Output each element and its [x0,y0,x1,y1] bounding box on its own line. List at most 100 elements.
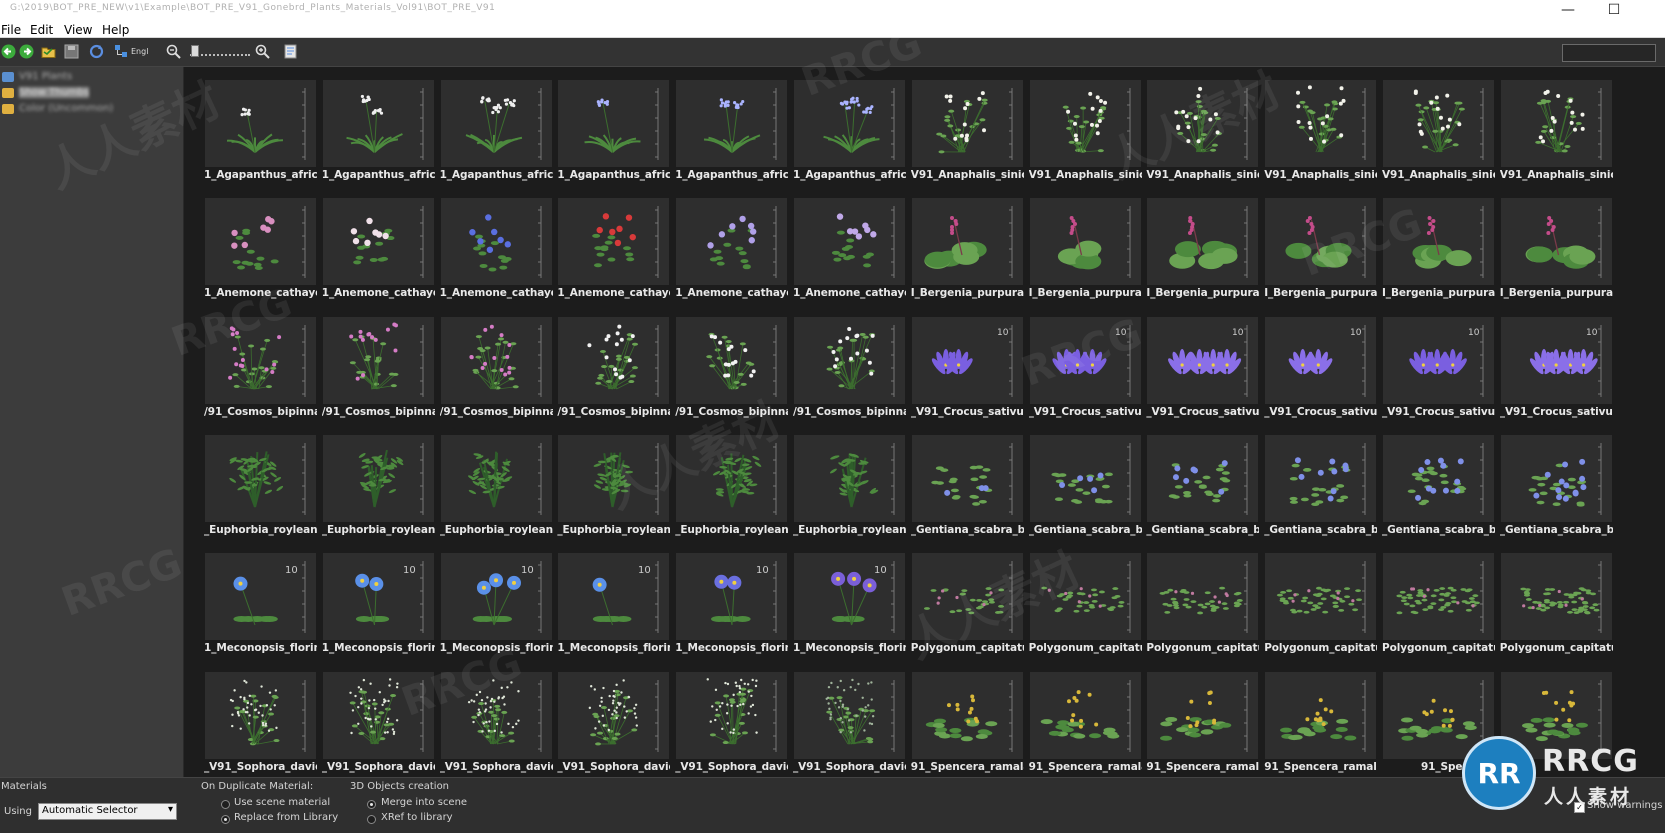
thumbnail-item[interactable]: _V91_Sophora_davidi [322,672,435,777]
menu-edit[interactable]: Edit [30,22,53,38]
thumbnail-item[interactable]: 1_Agapanthus_africa [793,80,906,185]
minimize-button[interactable]: — [1546,0,1590,22]
thumbnail-item[interactable]: _V91_Sophora_davidi [440,672,553,777]
thumbnail-item[interactable]: 91_Spencera_ramala [911,672,1024,777]
open-folder-icon[interactable] [40,43,57,60]
thumbnail-item[interactable]: _V91_Sophora_davidi [675,672,788,777]
thumbnail-item[interactable]: V91_Anaphalis_sinic [1264,80,1377,185]
thumbnail-item[interactable]: Polygonum_capitatur [911,553,1024,658]
thumbnail-item[interactable]: 101_Meconopsis_florin [440,553,553,658]
save-icon[interactable] [63,43,80,60]
search-input[interactable] [1562,44,1656,62]
plant-thumbnail [323,672,434,759]
thumbnail-item[interactable]: 101_Meconopsis_florin [675,553,788,658]
thumbnail-item[interactable]: 101_Meconopsis_florin [557,553,670,658]
thumbnail-item[interactable]: _Gentiana_scabra_b [1264,435,1377,540]
thumbnail-item[interactable]: V91_Anaphalis_sinic [1382,80,1495,185]
thumbnail-item[interactable]: I_Bergenia_purpuras [1264,198,1377,303]
thumbnail-item[interactable]: V91_Anaphalis_sinic [1146,80,1259,185]
thumbnail-item[interactable]: Polygonum_capitatur [1382,553,1495,658]
thumbnail-item[interactable]: 101_Meconopsis_florin [322,553,435,658]
thumbnail-item[interactable]: 1_Anemone_cathaye [557,198,670,303]
menu-help[interactable]: Help [102,22,129,38]
thumbnail-item[interactable]: 91_Spencera_ramala [1146,672,1259,777]
thumbnail-item[interactable]: 1_Anemone_cathaye [440,198,553,303]
thumbnail-item[interactable]: _Gentiana_scabra_b [911,435,1024,540]
merge-into-scene-label[interactable]: Merge into scene [381,797,467,808]
thumbnail-item[interactable]: 91_Spencera_ramala [1029,672,1142,777]
using-dropdown[interactable]: Automatic Selector ▾ [38,803,177,820]
thumbnail-item[interactable]: 91_Spencera_ramala [1264,672,1377,777]
thumbnail-item[interactable]: /91_Cosmos_bipinnat [675,317,788,422]
help-icon[interactable] [282,43,299,60]
replace-from-library-label[interactable]: Replace from Library [234,812,338,823]
thumbnail-item[interactable]: 1_Anemone_cathaye [204,198,317,303]
thumbnail-item[interactable]: I_Bergenia_purpuras [1146,198,1259,303]
thumbnail-item[interactable]: /91_Cosmos_bipinnat [793,317,906,422]
thumbnail-item[interactable]: 10_V91_Crocus_sativus [1382,317,1495,422]
hierarchy-icon[interactable] [113,43,130,60]
thumbnail-item[interactable]: I_Bergenia_purpuras [1500,198,1613,303]
thumbnail-item[interactable]: 10_V91_Crocus_sativus [1500,317,1613,422]
back-icon[interactable] [0,43,17,60]
plant-thumbnail: 10 [676,553,787,640]
thumbnail-item[interactable]: _Euphorbia_royleana_ [793,435,906,540]
thumbnail-item[interactable]: 1_Agapanthus_africa [204,80,317,185]
thumbnail-item[interactable]: /91_Cosmos_bipinnat [440,317,553,422]
thumbnail-item[interactable]: 1_Anemone_cathaye [793,198,906,303]
thumbnail-item[interactable]: 1_Agapanthus_africa [675,80,788,185]
thumbnail-item[interactable]: _Euphorbia_royleana_ [675,435,788,540]
thumbnail-item[interactable]: /91_Cosmos_bipinnat [322,317,435,422]
thumbnail-item[interactable]: V91_Anaphalis_sinic [1500,80,1613,185]
zoom-out-icon[interactable] [165,43,182,60]
thumbnail-item[interactable]: _Gentiana_scabra_b [1029,435,1142,540]
xref-to-library-radio[interactable] [367,815,376,824]
thumbnail-item[interactable]: 1_Agapanthus_africa [440,80,553,185]
thumbnail-item[interactable]: _Gentiana_scabra_b [1500,435,1613,540]
thumbnail-item[interactable]: _V91_Sophora_davidi [557,672,670,777]
thumbnail-item[interactable]: _V91_Sophora_davidi [793,672,906,777]
thumbnail-item[interactable]: Polygonum_capitatur [1264,553,1377,658]
thumbnail-item[interactable]: _Euphorbia_royleana_ [322,435,435,540]
menu-view[interactable]: View [64,22,92,38]
thumbnail-item[interactable]: V91_Anaphalis_sinic [911,80,1024,185]
use-scene-material-label[interactable]: Use scene material [234,797,330,808]
thumbnail-item[interactable]: _V91_Sophora_davidi [204,672,317,777]
thumbnail-item[interactable]: 1_Agapanthus_africa [322,80,435,185]
merge-into-scene-radio[interactable] [367,800,376,809]
thumbnail-item[interactable]: 101_Meconopsis_florin [204,553,317,658]
thumbnail-item[interactable]: Polygonum_capitatur [1146,553,1259,658]
thumbnail-item[interactable]: _Gentiana_scabra_b [1382,435,1495,540]
view-label[interactable]: Engl [131,47,148,56]
thumbnail-item[interactable]: /91_Cosmos_bipinnat [204,317,317,422]
zoom-slider-thumb[interactable] [191,45,199,57]
replace-from-library-radio[interactable] [221,815,230,824]
thumbnail-item[interactable]: 10_V91_Crocus_sativus [1029,317,1142,422]
use-scene-material-radio[interactable] [221,800,230,809]
zoom-in-icon[interactable] [254,43,271,60]
forward-icon[interactable] [18,43,35,60]
thumbnail-item[interactable]: 10_V91_Crocus_sativus [1146,317,1259,422]
thumbnail-item[interactable]: 101_Meconopsis_florin [793,553,906,658]
thumbnail-item[interactable]: 1_Anemone_cathaye [675,198,788,303]
thumbnail-item[interactable]: _Gentiana_scabra_b [1146,435,1259,540]
thumbnail-item[interactable]: 10_V91_Crocus_sativus [911,317,1024,422]
thumbnail-item[interactable]: 10_V91_Crocus_sativus [1264,317,1377,422]
thumbnail-item[interactable]: I_Bergenia_purpuras [1029,198,1142,303]
thumbnail-item[interactable]: /91_Cosmos_bipinnat [557,317,670,422]
thumbnail-item[interactable]: Polygonum_capitatur [1500,553,1613,658]
thumbnail-item[interactable]: _Euphorbia_royleana_ [440,435,553,540]
thumbnail-item[interactable]: _Euphorbia_royleana_ [204,435,317,540]
menu-file[interactable]: File [1,22,21,38]
zoom-slider[interactable] [190,45,250,57]
refresh-icon[interactable] [88,43,105,60]
thumbnail-item[interactable]: V91_Anaphalis_sinic [1029,80,1142,185]
maximize-button[interactable]: ☐ [1592,0,1636,22]
thumbnail-item[interactable]: 1_Agapanthus_africa [557,80,670,185]
xref-to-library-label[interactable]: XRef to library [381,812,453,823]
thumbnail-item[interactable]: I_Bergenia_purpuras [1382,198,1495,303]
thumbnail-item[interactable]: 1_Anemone_cathaye [322,198,435,303]
thumbnail-item[interactable]: _Euphorbia_royleana_ [557,435,670,540]
thumbnail-item[interactable]: I_Bergenia_purpuras [911,198,1024,303]
thumbnail-item[interactable]: Polygonum_capitatur [1029,553,1142,658]
